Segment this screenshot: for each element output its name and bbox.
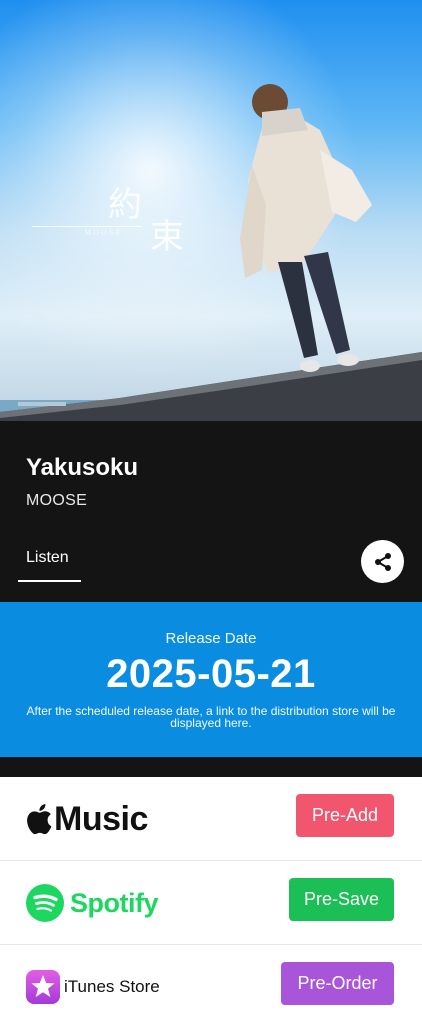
tab-active-indicator (18, 580, 81, 582)
share-icon (374, 552, 391, 571)
section-divider (0, 757, 422, 777)
cover-title-kanji: 約 束 (108, 185, 184, 256)
album-cover-art: 約 束 MOOSE (0, 0, 422, 421)
cover-scene-illustration (0, 84, 422, 421)
store-list: Music Pre-Add Spotify Pre-Save iTunes St… (0, 777, 422, 1024)
cover-artist-mark: MOOSE (84, 229, 123, 237)
tab-listen-label: Listen (26, 549, 69, 566)
release-date-label: Release Date (165, 630, 257, 647)
pre-add-button[interactable]: Pre-Add (296, 794, 394, 837)
store-row-apple-music: Music Pre-Add (0, 777, 422, 861)
itunes-star-icon (26, 970, 60, 1004)
release-date-banner: Release Date 2025-05-21 After the schedu… (0, 602, 422, 757)
cover-kanji-1: 約 (108, 185, 144, 225)
spotify-wordmark: Spotify (70, 887, 159, 918)
release-title: Yakusoku (26, 454, 139, 481)
cover-kanji-2: 束 (150, 217, 186, 257)
spotify-logo-icon (26, 884, 64, 922)
spotify-logo: Spotify (26, 861, 159, 945)
release-note: After the scheduled release date, a link… (26, 704, 396, 730)
pre-save-button[interactable]: Pre-Save (289, 878, 394, 921)
share-button[interactable] (361, 540, 404, 583)
apple-music-logo: Music (26, 777, 148, 861)
tab-listen[interactable]: Listen (18, 540, 81, 582)
pre-order-button[interactable]: Pre-Order (281, 962, 394, 1005)
release-date-value: 2025-05-21 (106, 652, 316, 696)
store-row-spotify: Spotify Pre-Save (0, 861, 422, 945)
release-info-panel: Yakusoku MOOSE Listen (0, 421, 422, 602)
store-row-itunes: iTunes Store Pre-Order (0, 945, 422, 1024)
apple-logo-icon (27, 804, 52, 835)
artist-name: MOOSE (26, 492, 88, 509)
itunes-store-logo: iTunes Store (26, 945, 160, 1024)
apple-music-wordmark: Music (54, 799, 148, 838)
itunes-store-wordmark: iTunes Store (64, 977, 160, 996)
cover-title-rule (32, 226, 142, 227)
